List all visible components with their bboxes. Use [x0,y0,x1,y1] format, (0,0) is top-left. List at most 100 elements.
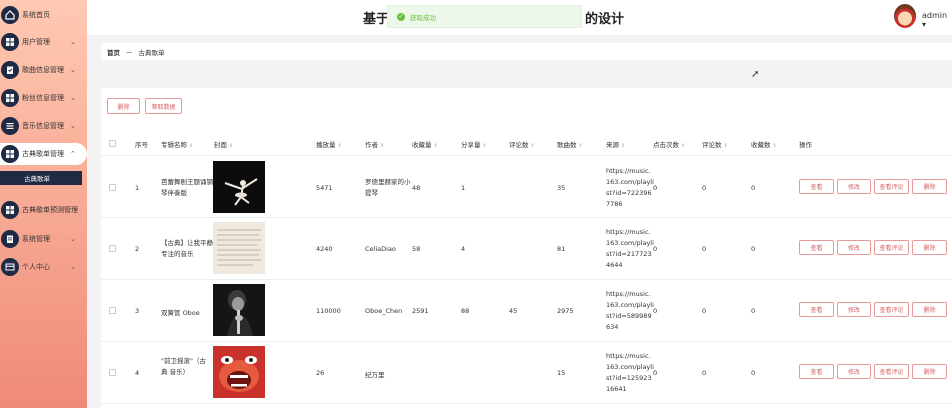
sidebar-item-songs[interactable]: 歌曲信息管理 ⌄ [0,59,87,81]
cover-image-ballet [213,161,265,213]
card-icon [1,258,19,276]
cell-store-count: 0 [751,369,756,377]
row-checkbox[interactable] [109,307,116,314]
cell-source[interactable]: https://music.163.com/playlist?id=589989… [606,289,654,333]
sidebar-item-system[interactable]: 系统管理 ⌄ [0,228,87,250]
edit-button[interactable]: 修改 [837,179,871,194]
cell-songs: 81 [557,245,566,253]
view-comments-button[interactable]: 查看评论 [874,302,909,317]
sidebar-subitem-classical-playlist[interactable]: 古典歌单 [0,171,82,185]
delete-button[interactable]: 删除 [912,364,947,379]
sort-icon: ⇕ [578,143,583,149]
cell-album: 芭蕾舞剧王题诵钢琴伴奏版 [161,178,213,197]
sidebar-item-label: 古典歌单预测管理 [22,206,78,214]
cover-image-crimson [213,346,265,398]
fetch-data-button[interactable]: 爬取数据 [145,98,182,114]
col-header-songs[interactable]: 歌曲数 ⇕ [557,139,583,149]
cell-plays: 4240 [316,245,333,253]
delete-button[interactable]: 删除 [912,240,947,255]
divider [101,279,952,280]
delete-button[interactable]: 删除 [912,179,947,194]
cell-clicks: 0 [653,307,658,315]
chevron-down-icon: ⌄ [70,235,76,243]
mouse-cursor-icon: ➚ [751,69,760,80]
cell-store-count: 0 [751,245,756,253]
col-header-review-count[interactable]: 评论数 ⇕ [702,139,728,149]
col-header-plays[interactable]: 播放量 ⇕ [316,139,342,149]
col-header-source[interactable]: 来源 ⇕ [606,139,625,149]
view-button[interactable]: 查看 [799,302,834,317]
row-checkbox[interactable] [109,369,116,376]
select-all-checkbox[interactable] [109,140,116,147]
cell-comments: 45 [509,307,518,315]
delete-button[interactable]: 删除 [912,302,947,317]
cell-index: 2 [135,245,140,253]
col-header-shares[interactable]: 分享量 ⇕ [461,139,487,149]
col-header-store-count[interactable]: 收藏数 ⇕ [751,139,777,149]
cell-source[interactable]: https://music.163.com/playlist?id=217723… [606,227,654,271]
cell-author: 罗德里赫家的小提琴 [365,178,411,197]
chevron-up-icon: ⌃ [70,150,76,158]
breadcrumb-home[interactable]: 首页 [107,47,120,57]
chevron-down-icon: ⌄ [70,94,76,102]
cell-album: "前卫摇滚"（古典 音乐） [161,357,206,376]
sort-icon: ⇕ [772,143,777,149]
sort-icon: ⇕ [380,143,385,149]
grid-icon [1,89,19,107]
sidebar-item-home[interactable]: 系统首页 [0,4,87,26]
view-button[interactable]: 查看 [799,179,834,194]
cell-collects: 48 [412,184,421,192]
cell-songs: 35 [557,184,566,192]
cell-album: 【古典】让我平静专注的音乐 [161,239,213,258]
sidebar-item-fans[interactable]: 粉丝信息管理 ⌄ [0,87,87,109]
sidebar-item-profile[interactable]: 个人中心 ⌄ [0,256,87,278]
user-menu[interactable]: admin ▾ [922,11,952,29]
sort-icon: ⇕ [681,143,686,149]
sort-icon: ⇕ [433,143,438,149]
view-comments-button[interactable]: 查看评论 [874,364,909,379]
col-header-collects[interactable]: 收藏量 ⇕ [412,139,438,149]
chevron-down-icon: ⌄ [70,122,76,130]
view-button[interactable]: 查看 [799,364,834,379]
col-header-comments[interactable]: 评论数 ⇕ [509,139,535,149]
sidebar-item-label: 古典歌单管理 [22,150,64,158]
cell-shares: 1 [461,184,466,192]
top-header: 基于 的设计 ✓ 获取成功 admin ▾ [87,0,952,35]
avatar[interactable] [894,4,916,28]
sort-icon: ⇕ [189,143,194,149]
cell-clicks: 0 [653,245,658,253]
divider [101,155,952,156]
success-toast: ✓ 获取成功 [387,5,582,28]
clipboard-icon [1,61,19,79]
breadcrumb-separator: — [126,47,133,56]
sidebar-item-users[interactable]: 用户管理 ⌄ [0,31,87,53]
chevron-down-icon: ⌄ [70,263,76,271]
view-comments-button[interactable]: 查看评论 [874,240,909,255]
col-header-author[interactable]: 作者 ⇕ [365,139,384,149]
col-header-album[interactable]: 专辑名称 ⇕ [161,139,193,149]
view-button[interactable]: 查看 [799,240,834,255]
sidebar-item-label: 音乐信息管理 [22,122,64,130]
sidebar-item-label: 系统首页 [22,11,50,19]
sort-icon: ⇕ [723,143,728,149]
divider [101,341,952,342]
col-header-clicks[interactable]: 点击次数 ⇕ [653,139,685,149]
cell-store-count: 0 [751,184,756,192]
divider [101,403,952,404]
col-header-cover[interactable]: 封面 ⇕ [214,139,233,149]
sidebar-item-music[interactable]: 音乐信息管理 ⌄ [0,115,87,137]
edit-button[interactable]: 修改 [837,364,871,379]
cell-album: 双簧管 Oboe [161,309,200,317]
row-checkbox[interactable] [109,245,116,252]
sidebar-item-classical-playlists[interactable]: 古典歌单管理 ⌃ [0,143,87,165]
view-comments-button[interactable]: 查看评论 [874,179,909,194]
cell-source[interactable]: https://music.163.com/playlist?id=125923… [606,351,654,395]
chevron-down-icon: ⌄ [70,66,76,74]
cell-songs: 15 [557,369,566,377]
batch-delete-button[interactable]: 删除 [107,98,140,114]
edit-button[interactable]: 修改 [837,302,871,317]
row-checkbox[interactable] [109,184,116,191]
cell-source[interactable]: https://music.163.com/playlist?id=722396… [606,166,654,210]
sidebar-item-playlist-prediction[interactable]: 古典歌单预测管理 [0,199,87,221]
edit-button[interactable]: 修改 [837,240,871,255]
